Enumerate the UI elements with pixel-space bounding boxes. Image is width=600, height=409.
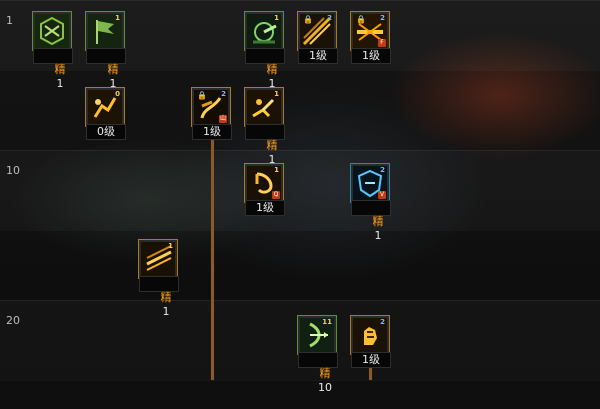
skill-label-value: 1	[56, 77, 64, 90]
skill-icon-bow[interactable]: 11	[298, 316, 336, 354]
lock-icon: 🔒	[356, 15, 366, 24]
skill-level-label: 精 1	[245, 124, 285, 166]
skill-badge: 2	[380, 318, 385, 326]
skill-icon-burst[interactable]: 🔒 2	[298, 12, 336, 50]
skill-corner-mark: V	[378, 191, 386, 199]
skill-label-value: 1	[162, 305, 170, 318]
skill-label-prefix: 精	[266, 63, 278, 76]
skill-corner-mark: F	[378, 39, 386, 47]
skill-level-label: 1级	[298, 48, 338, 64]
skill-slot-s6[interactable]: 0 0级	[86, 88, 126, 140]
skill-badge: 0	[115, 90, 120, 98]
emblem-icon	[35, 14, 69, 48]
skill-level-label: 精 1	[86, 48, 126, 90]
skill-icon-leap[interactable]: 0	[86, 88, 124, 126]
skill-icon-flare[interactable]: 🔒 2 F	[351, 12, 389, 50]
level-marker-1: 1	[6, 14, 13, 27]
skill-badge: 1	[274, 166, 279, 174]
skill-level-label: 精 10	[298, 352, 338, 394]
level-marker-20: 20	[6, 314, 20, 327]
skill-level-label: 精 1	[351, 200, 391, 242]
skill-corner-mark: 山	[219, 115, 227, 123]
skill-badge: 11	[322, 318, 332, 326]
skill-badge: 2	[380, 14, 385, 22]
skill-label-prefix: 精	[319, 367, 331, 380]
skill-badge: 1	[168, 242, 173, 250]
skill-slot-s12[interactable]: 11 精 10	[298, 316, 338, 394]
skill-slot-s2[interactable]: 1 精 1	[86, 12, 126, 90]
skill-icon-gauntlet[interactable]: 2	[351, 316, 389, 354]
skill-slot-s5[interactable]: 🔒 2 F 1级	[351, 12, 391, 64]
skill-level-label: 1级	[192, 124, 232, 140]
skill-level-label: 0级	[86, 124, 126, 140]
skill-level-label: 精 1	[33, 48, 73, 90]
prerequisite-line-1	[211, 136, 214, 380]
skill-badge: 2	[380, 166, 385, 174]
skill-label-prefix: 精	[107, 63, 119, 76]
skill-corner-mark: Q	[272, 191, 280, 199]
skill-slot-s13[interactable]: 2 1级	[351, 316, 391, 368]
skill-label-prefix: 精	[54, 63, 66, 76]
skill-badge: 1	[115, 14, 120, 22]
skill-level-label: 1级	[245, 200, 285, 216]
skill-slot-s4[interactable]: 🔒 2 1级	[298, 12, 338, 64]
skill-slot-s7[interactable]: 🔒 2 山 1级	[192, 88, 232, 140]
skill-label-prefix: 精	[160, 291, 172, 304]
skill-badge: 2	[221, 90, 226, 98]
level-band-10	[0, 150, 600, 231]
level-marker-10: 10	[6, 164, 20, 177]
skill-badge: 2	[327, 14, 332, 22]
skill-slot-s10[interactable]: 2 V 精 1	[351, 164, 391, 242]
skill-badge: 1	[274, 14, 279, 22]
skill-icon-emblem[interactable]	[33, 12, 71, 50]
lock-icon: 🔒	[303, 15, 313, 24]
skill-slot-s3[interactable]: 1 精 1	[245, 12, 285, 90]
skill-label-value: 10	[318, 381, 332, 394]
skill-label-prefix: 精	[266, 139, 278, 152]
skill-badge: 1	[274, 90, 279, 98]
skill-level-label: 精 1	[245, 48, 285, 90]
skill-level-label: 1级	[351, 352, 391, 368]
skill-level-label: 精 1	[139, 276, 179, 318]
skill-label-prefix: 精	[372, 215, 384, 228]
skill-level-label: 1级	[351, 48, 391, 64]
skill-slot-s11[interactable]: 1 精 1	[139, 240, 179, 318]
prerequisite-line-2	[369, 366, 372, 380]
skill-icon-turret[interactable]: 1	[245, 12, 283, 50]
skill-icon-flag[interactable]: 1	[86, 12, 124, 50]
skill-icon-strike[interactable]: 🔒 2 山	[192, 88, 230, 126]
skill-slot-s8[interactable]: 1 精 1	[245, 88, 285, 166]
skill-icon-kick[interactable]: 1	[245, 88, 283, 126]
skill-icon-dash[interactable]: 1	[139, 240, 177, 278]
skill-slot-s9[interactable]: 1 Q 1级	[245, 164, 285, 216]
skill-label-value: 1	[374, 229, 382, 242]
skill-icon-shield[interactable]: 2 V	[351, 164, 389, 202]
skill-icon-hook[interactable]: 1 Q	[245, 164, 283, 202]
lock-icon: 🔒	[197, 91, 207, 100]
skill-slot-s1[interactable]: 精 1	[33, 12, 73, 90]
